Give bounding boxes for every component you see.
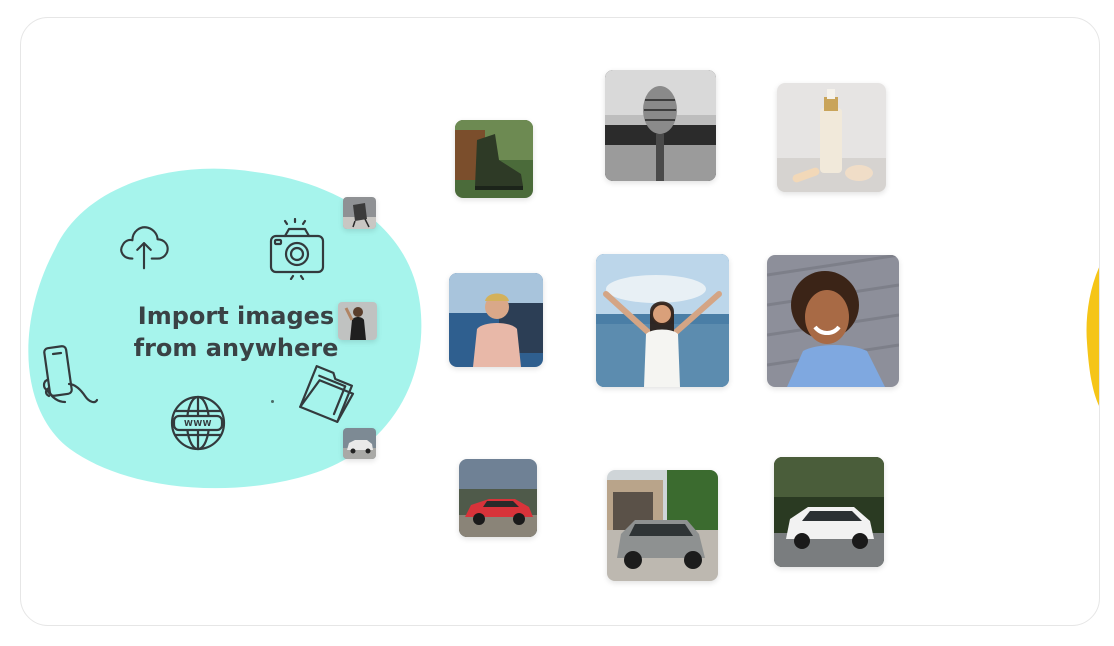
globe-www-label: WWW	[184, 419, 212, 428]
photo-smiling-man	[767, 255, 899, 387]
decorative-dot	[271, 400, 274, 403]
headline: Import images from anywhere	[101, 300, 371, 364]
camera-icon	[267, 218, 327, 280]
mini-thumb-person	[338, 302, 377, 340]
headline-line-2: from anywhere	[133, 334, 339, 362]
photo-microphone	[605, 70, 716, 181]
folder-icon	[295, 362, 359, 426]
yellow-blob-shape	[1086, 267, 1099, 406]
cloud-upload-icon	[115, 218, 173, 276]
mini-thumb-chair	[343, 197, 376, 229]
headline-line-1: Import images	[137, 302, 335, 330]
photo-boot	[455, 120, 533, 198]
feature-card: WWW Import images from anywhere	[20, 17, 1100, 626]
photo-woman-arms-raised	[596, 254, 729, 387]
photo-red-sports-car	[459, 459, 537, 537]
photo-silver-suv	[607, 470, 718, 581]
photo-white-hatchback	[774, 457, 884, 567]
phone-in-hand-icon	[39, 344, 101, 408]
photo-cosmetics	[777, 83, 886, 192]
mini-thumb-car	[343, 428, 376, 459]
photo-man-pink-shirt	[449, 273, 543, 367]
